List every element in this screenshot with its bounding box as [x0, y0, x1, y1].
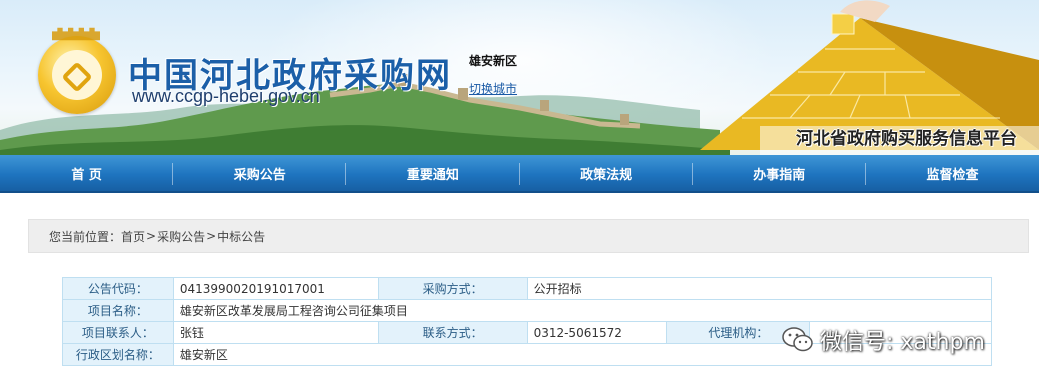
logo-diamond-icon — [61, 61, 93, 93]
header-banner: 中国河北政府采购网 www.ccgp-hebei.gov.cn 雄安新区 切换城… — [0, 0, 1039, 155]
contact-phone-label: 联系方式： — [377, 321, 528, 344]
logo-inner-disc — [52, 50, 102, 100]
wechat-watermark: 微信号: xathpm — [780, 322, 985, 358]
nav-policies[interactable]: 政策法规 — [520, 155, 693, 191]
nav-home[interactable]: 首 页 — [0, 155, 174, 191]
site-logo[interactable] — [38, 36, 116, 114]
breadcrumb: 您当前位置： 首页 > 采购公告 > 中标公告 — [28, 219, 1029, 253]
procurement-method-value: 公开招标 — [526, 277, 993, 300]
breadcrumb-award-notice[interactable]: 中标公告 — [217, 228, 265, 245]
logo-wall-icon — [52, 27, 100, 41]
contact-phone-value: 0312-5061572 — [526, 321, 668, 344]
breadcrumb-separator: > — [206, 229, 217, 243]
nav-supervision[interactable]: 监督检查 — [866, 155, 1039, 191]
breadcrumb-prefix: 您当前位置： — [49, 229, 122, 244]
platform-name: 河北省政府购买服务信息平台 — [796, 129, 1017, 149]
announcement-code-value: 0413990020191017001 — [172, 277, 379, 300]
nav-important-notices[interactable]: 重要通知 — [346, 155, 520, 191]
admin-region-label: 行政区划名称： — [62, 343, 174, 366]
announcement-code-label: 公告代码： — [62, 277, 174, 300]
watermark-text: 微信号: xathpm — [820, 330, 985, 355]
project-name-label: 项目名称： — [62, 299, 174, 322]
switch-city-link[interactable]: 切换城市 — [469, 80, 517, 97]
nav-procurement-notices[interactable]: 采购公告 — [173, 155, 347, 191]
table-row: 公告代码： 0413990020191017001 采购方式： 公开招标 — [62, 277, 993, 300]
procurement-method-label: 采购方式： — [377, 277, 528, 300]
site-url[interactable]: www.ccgp-hebei.gov.cn — [132, 86, 320, 107]
project-name-value: 雄安新区改革发展局工程咨询公司征集项目 — [172, 299, 993, 322]
nav-guide[interactable]: 办事指南 — [693, 155, 867, 191]
breadcrumb-home[interactable]: 首页 — [121, 228, 145, 245]
breadcrumb-procurement[interactable]: 采购公告 — [157, 228, 205, 245]
wechat-icon — [782, 327, 813, 352]
current-region: 雄安新区 — [469, 54, 518, 68]
project-contact-label: 项目联系人： — [62, 321, 174, 344]
project-contact-value: 张钰 — [172, 321, 379, 344]
breadcrumb-separator: > — [146, 229, 157, 243]
main-nav: 首 页 采购公告 重要通知 政策法规 办事指南 监督检查 — [0, 155, 1039, 193]
table-row: 项目名称： 雄安新区改革发展局工程咨询公司征集项目 — [62, 299, 993, 322]
